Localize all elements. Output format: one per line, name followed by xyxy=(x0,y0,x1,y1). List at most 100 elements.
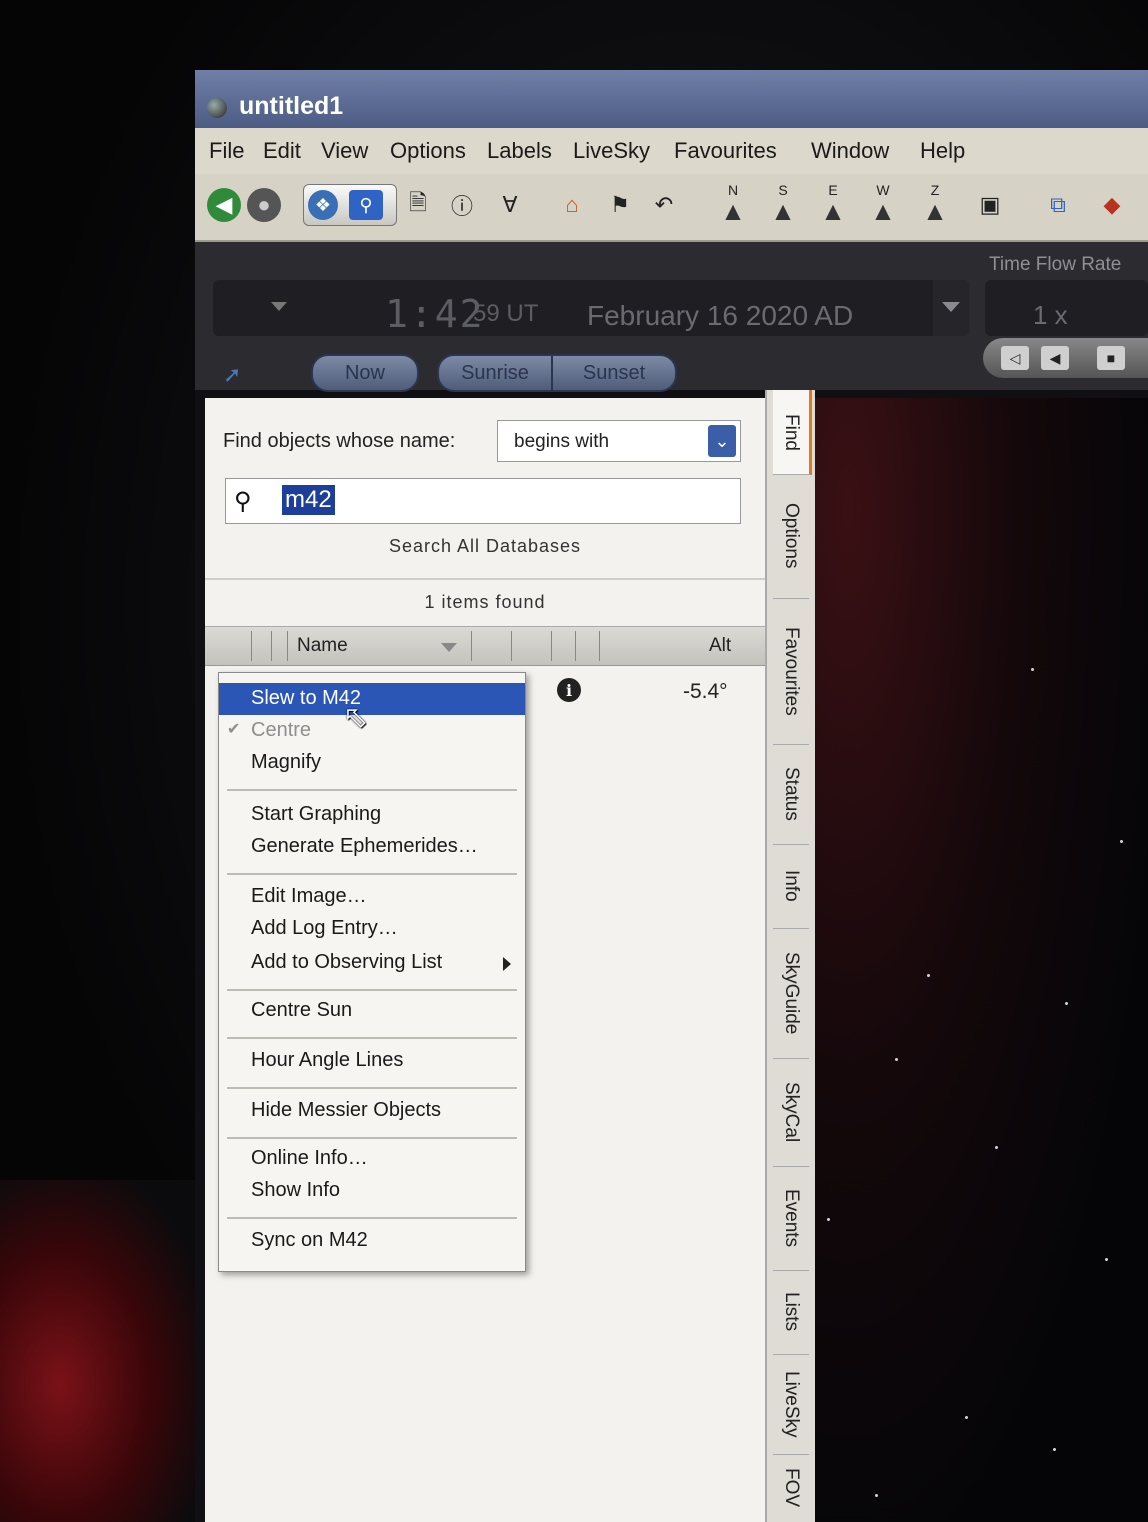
sky-chart[interactable] xyxy=(815,398,1148,1522)
back-icon[interactable]: ◀ xyxy=(207,188,241,222)
forward-icon[interactable]: ● xyxy=(247,188,281,222)
search-all-databases-link[interactable]: Search All Databases xyxy=(205,536,765,557)
menu-item-hide-messier-objects[interactable]: Hide Messier Objects xyxy=(219,1095,525,1127)
tab-find[interactable]: Find xyxy=(773,390,812,475)
menu-item-edit-image[interactable]: Edit Image… xyxy=(219,881,525,913)
time-seconds[interactable]: 59 UT xyxy=(473,300,538,328)
fullscreen-icon[interactable]: ▣ xyxy=(973,188,1007,222)
info-icon[interactable]: ⓘ xyxy=(445,188,479,222)
star xyxy=(827,1218,830,1221)
tab-skyguide[interactable]: SkyGuide xyxy=(773,928,809,1059)
menu-item-add-to-observing-list[interactable]: Add to Observing List xyxy=(219,947,525,979)
menu-item-start-graphing[interactable]: Start Graphing xyxy=(219,799,525,831)
menu-livesky[interactable]: LiveSky xyxy=(573,138,650,164)
menu-item-hour-angle-lines[interactable]: Hour Angle Lines xyxy=(219,1045,525,1077)
tab-status[interactable]: Status xyxy=(773,744,809,845)
column-separator[interactable] xyxy=(551,631,552,661)
tab-skycal[interactable]: SkyCal xyxy=(773,1058,809,1167)
menu-favourites[interactable]: Favourites xyxy=(674,138,777,164)
menu-item-add-log-entry[interactable]: Add Log Entry… xyxy=(219,913,525,945)
title-bar: untitled1 xyxy=(195,70,1148,128)
menu-item-sync[interactable]: Sync on M42 xyxy=(219,1225,525,1257)
column-separator[interactable] xyxy=(271,631,272,661)
background-glow xyxy=(0,1180,200,1522)
stop-icon[interactable]: ■ xyxy=(1097,346,1125,370)
result-info-icon[interactable]: i xyxy=(557,678,581,702)
document-icon[interactable]: 🗎 xyxy=(401,188,435,222)
menu-item-generate-ephemerides[interactable]: Generate Ephemerides… xyxy=(219,831,525,863)
menu-help[interactable]: Help xyxy=(920,138,965,164)
time-menu-arrow-icon[interactable] xyxy=(271,302,287,311)
menu-view[interactable]: View xyxy=(321,138,368,164)
undo-icon[interactable]: ↶ xyxy=(647,188,681,222)
sunrise-button[interactable]: Sunrise xyxy=(437,354,553,392)
date-dropdown-icon[interactable] xyxy=(933,280,969,336)
menu-labels[interactable]: Labels xyxy=(487,138,552,164)
tab-fov[interactable]: FOV xyxy=(773,1454,809,1522)
flag-icon[interactable]: ⚑ xyxy=(603,188,637,222)
star xyxy=(895,1058,898,1061)
find-label: Find objects whose name: xyxy=(223,430,456,452)
menu-item-magnify[interactable]: Magnify xyxy=(219,747,525,779)
column-alt[interactable]: Alt xyxy=(709,635,731,657)
window-title: untitled1 xyxy=(239,92,344,120)
home-icon[interactable]: ⌂ xyxy=(555,188,589,222)
items-found-count: 1 items found xyxy=(424,592,546,612)
window-icon[interactable]: ⧉ xyxy=(1041,188,1075,222)
menu-window[interactable]: Window xyxy=(811,138,889,164)
menu-item-centre[interactable]: ✔ Centre xyxy=(219,715,525,747)
find-icon[interactable]: ⚲ xyxy=(349,190,383,220)
column-name[interactable]: Name xyxy=(297,635,348,657)
telescope-icon[interactable]: ∀ xyxy=(493,188,527,222)
diamond-icon[interactable]: ◆ xyxy=(1095,188,1129,222)
menu-file[interactable]: File xyxy=(209,138,244,164)
reverse-icon[interactable]: ◀ xyxy=(1041,346,1069,370)
menu-edit[interactable]: Edit xyxy=(263,138,301,164)
submenu-arrow-icon xyxy=(503,957,511,971)
tab-livesky[interactable]: LiveSky xyxy=(773,1354,809,1455)
star xyxy=(995,1146,998,1149)
zenith-view-icon[interactable]: Z ▲ xyxy=(917,182,953,230)
column-separator[interactable] xyxy=(251,631,252,661)
south-view-icon[interactable]: S ▲ xyxy=(765,182,801,230)
star xyxy=(1105,1258,1108,1261)
menu-item-show-info[interactable]: Show Info xyxy=(219,1175,525,1207)
west-view-icon[interactable]: W ▲ xyxy=(865,182,901,230)
column-separator[interactable] xyxy=(575,631,576,661)
menu-separator xyxy=(227,1137,517,1139)
time-date[interactable]: February 16 2020 AD xyxy=(587,300,853,332)
menu-item-slew[interactable]: Slew to M42 xyxy=(219,683,525,715)
menu-bar: File Edit View Options Labels LiveSky Fa… xyxy=(195,128,1148,174)
column-separator[interactable] xyxy=(511,631,512,661)
time-hours-minutes[interactable]: 1:42 xyxy=(385,292,485,336)
column-separator[interactable] xyxy=(287,631,288,661)
menu-separator xyxy=(227,789,517,791)
sunset-button[interactable]: Sunset xyxy=(551,354,677,392)
compass-icon[interactable]: ❖ xyxy=(308,190,338,220)
tab-favourites[interactable]: Favourites xyxy=(773,598,809,745)
north-view-icon[interactable]: N ▲ xyxy=(715,182,751,230)
east-view-icon[interactable]: E ▲ xyxy=(815,182,851,230)
search-query[interactable]: m42 xyxy=(282,485,335,515)
column-separator[interactable] xyxy=(599,631,600,661)
step-back-icon[interactable]: ◁ xyxy=(1001,346,1029,370)
result-alt-value: -5.4° xyxy=(683,680,728,703)
menu-options[interactable]: Options xyxy=(390,138,466,164)
match-mode-select[interactable]: begins with ⌄ xyxy=(497,420,741,462)
search-icon: ⚲ xyxy=(234,488,252,515)
now-button[interactable]: Now xyxy=(311,354,419,392)
check-icon: ✔ xyxy=(227,721,241,738)
column-separator[interactable] xyxy=(471,631,472,661)
time-rate-value[interactable]: 1 x xyxy=(1033,300,1068,331)
tab-lists[interactable]: Lists xyxy=(773,1270,809,1355)
menu-separator xyxy=(227,1217,517,1219)
tab-events[interactable]: Events xyxy=(773,1166,809,1271)
pin-icon[interactable]: ➚ xyxy=(223,362,241,388)
menu-item-online-info[interactable]: Online Info… xyxy=(219,1143,525,1175)
menu-item-centre-sun[interactable]: Centre Sun xyxy=(219,995,525,1027)
sort-arrow-icon[interactable] xyxy=(441,643,457,652)
search-input[interactable]: ⚲ m42 xyxy=(225,478,741,524)
tab-info[interactable]: Info xyxy=(773,844,809,929)
tab-options[interactable]: Options xyxy=(773,474,809,599)
chevron-down-icon[interactable]: ⌄ xyxy=(708,425,736,457)
